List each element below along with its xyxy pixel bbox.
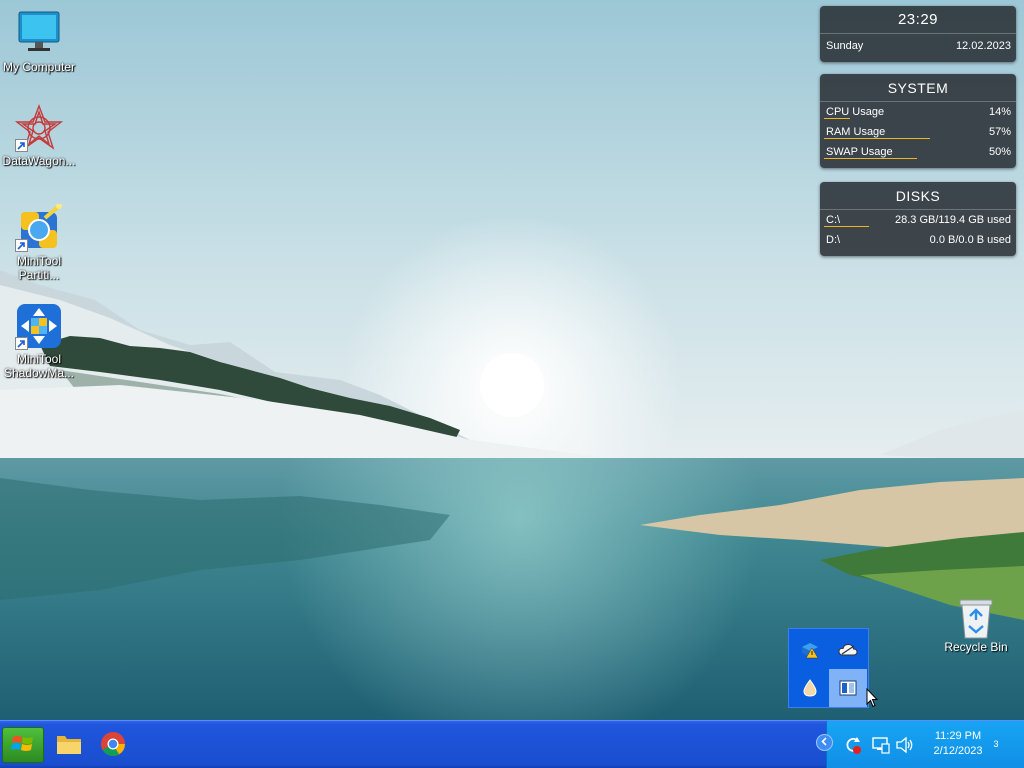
volume-icon[interactable] [895,735,915,755]
notification-count-badge[interactable]: 3 [989,737,1003,751]
desktop-icon-label: MiniTool Partiti... [16,254,61,282]
show-hidden-icons-button[interactable] [816,734,833,751]
desktop-icon-my-computer[interactable]: My Computer [0,10,78,74]
desktop-icon-minitool-shadowmaker[interactable]: MiniTool ShadowMa... [0,302,78,380]
chevron-left-icon [820,736,829,749]
desktop-icon-minitool-partition[interactable]: MiniTool Partiti... [0,203,78,282]
system-widget-title: SYSTEM [820,74,1016,102]
system-widget: SYSTEM CPU Usage 14% RAM Usage 57% SWAP … [820,74,1016,168]
shortcut-arrow-icon [15,337,28,350]
network-icon[interactable] [871,735,891,755]
swap-usage-label: SWAP Usage [826,146,893,158]
file-explorer-taskbar-button[interactable] [52,728,86,762]
desktop-icon-label: DataWagon... [2,154,76,168]
ram-usage-value: 57% [988,126,1011,138]
disk-c-value: 28.3 GB/119.4 GB used [895,214,1011,226]
disk-d-label: D:\ [826,234,841,246]
datawagon-app-icon [14,104,64,152]
cpu-usage-row: CPU Usage 14% [820,102,1016,122]
disk-d-row: D:\ 0.0 B/0.0 B used [820,230,1016,250]
clock-time: 23:29 [820,6,1016,34]
file-explorer-icon [56,733,82,758]
desktop-icon-recycle-bin[interactable]: Recycle Bin [940,596,1012,654]
onedrive-icon[interactable] [829,631,867,669]
windows-logo-icon [11,732,35,759]
chrome-icon [100,731,126,760]
taskbar-date: 2/12/2023 [933,745,983,757]
disks-widget-title: DISKS [820,182,1016,210]
ram-usage-label: RAM Usage [826,126,886,138]
monitor-icon [15,10,63,58]
disk-c-row: C:\ 28.3 GB/119.4 GB used [820,210,1016,230]
desktop-icon-label: MiniTool ShadowMa... [3,352,75,380]
recycle-bin-icon [956,596,996,640]
chrome-taskbar-button[interactable] [96,728,130,762]
notification-area: 11:29 PM 2/12/2023 3 [826,721,1024,768]
clock-date-row: Sunday 12.02.2023 [820,34,1016,58]
ram-usage-row: RAM Usage 57% [820,122,1016,142]
ram-usage-bar [824,138,930,139]
disk-c-label: C:\ [826,214,841,226]
disks-widget: DISKS C:\ 28.3 GB/119.4 GB used D:\ 0.0 … [820,182,1016,256]
taskbar: 11:29 PM 2/12/2023 3 [0,720,1024,768]
defender-warning-icon[interactable] [791,631,829,669]
cpu-usage-value: 14% [988,106,1011,118]
taskbar-time: 11:29 PM [934,730,982,742]
minitool-shadowmaker-icon [15,302,63,350]
clock-day: Sunday [826,40,864,52]
disk-c-bar [824,226,869,227]
start-button[interactable] [2,727,44,763]
swap-usage-value: 50% [988,146,1011,158]
taskbar-clock[interactable]: 11:29 PM 2/12/2023 [923,729,993,759]
tray-overflow-popup [788,628,869,708]
disk-d-value: 0.0 B/0.0 B used [929,234,1011,246]
recycle-bin-label: Recycle Bin [944,640,1008,654]
desktop-icon-datawagon[interactable]: DataWagon... [0,104,78,168]
swap-usage-bar [824,158,917,159]
shortcut-arrow-icon [15,239,28,252]
desktop-icon-label: My Computer [2,60,76,74]
clock-date: 12.02.2023 [955,40,1011,52]
sync-alert-icon[interactable] [843,735,863,755]
minitool-partition-icon [15,203,63,252]
clock-widget: 23:29 Sunday 12.02.2023 [820,6,1016,62]
shortcut-arrow-icon [15,139,28,152]
droplet-app-icon[interactable] [791,669,829,707]
cpu-usage-label: CPU Usage [826,106,885,118]
swap-usage-row: SWAP Usage 50% [820,142,1016,162]
mouse-cursor-icon [866,687,879,711]
cpu-usage-bar [824,118,850,119]
tray-window-icon[interactable] [829,669,867,707]
